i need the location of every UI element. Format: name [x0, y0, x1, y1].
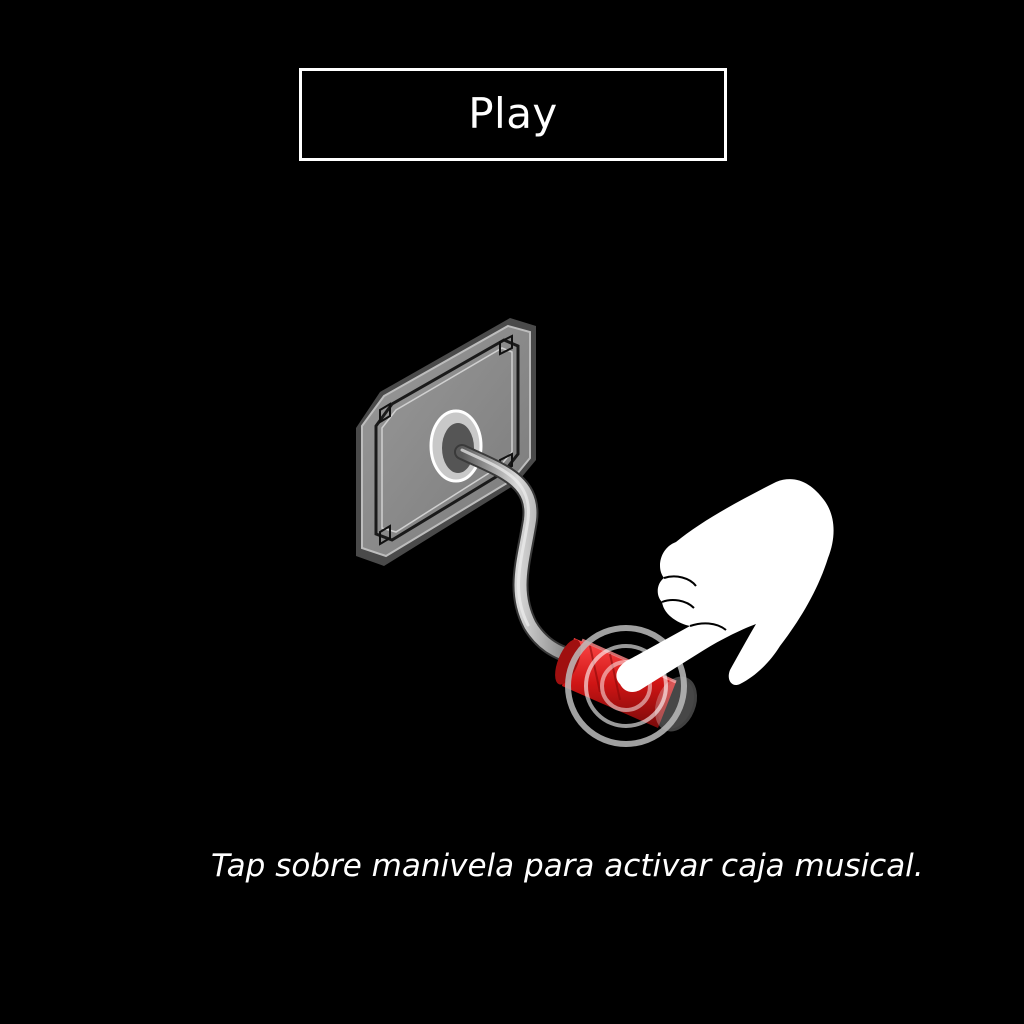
- play-button-label: Play: [468, 89, 558, 138]
- music-box-crank[interactable]: [340, 300, 860, 770]
- instruction-text: Tap sobre manivela para activar caja mus…: [211, 848, 924, 884]
- game-screen: Play Tap sobre manivela para activar caj…: [0, 0, 1024, 1024]
- pointing-hand-icon: [616, 479, 834, 692]
- crank-plate: [356, 318, 536, 566]
- play-button[interactable]: Play: [299, 68, 727, 161]
